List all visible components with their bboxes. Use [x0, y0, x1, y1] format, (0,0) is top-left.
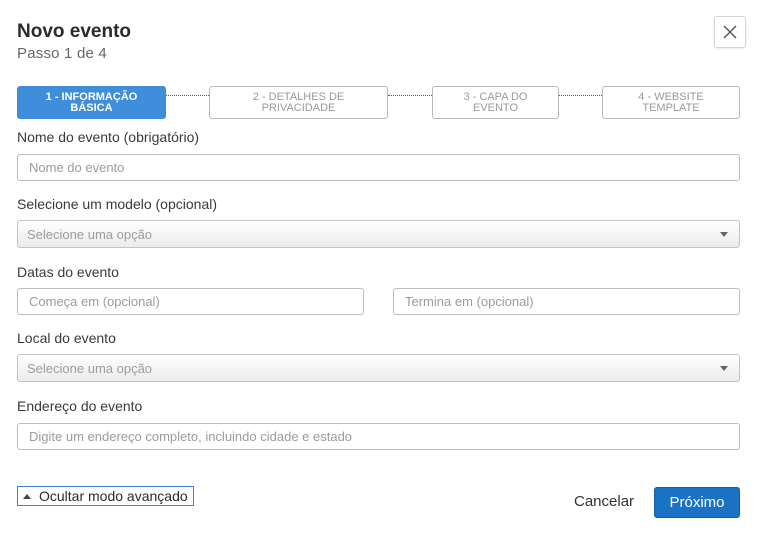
event-name-label: Nome do evento (obrigatório) [17, 129, 200, 145]
step-4-label: 4 - WEBSITE TEMPLATE [638, 90, 704, 114]
start-date-input[interactable] [17, 288, 364, 315]
close-icon [723, 25, 737, 39]
step-connector [559, 95, 602, 96]
step-1-label: 1 - INFORMAÇÃO BÁSICA [45, 90, 138, 114]
step-1-button[interactable]: 1 - INFORMAÇÃO BÁSICA [17, 86, 166, 119]
location-select[interactable]: Selecione uma opção [17, 354, 740, 382]
chevron-down-icon [720, 231, 728, 237]
template-select[interactable]: Selecione uma opção [17, 220, 740, 248]
location-label: Local do evento [17, 330, 116, 346]
step-4-button[interactable]: 4 - WEBSITE TEMPLATE [602, 86, 740, 119]
step-connector [388, 95, 432, 96]
step-indicator: Passo 1 de 4 [17, 45, 107, 62]
dates-label: Datas do evento [17, 264, 119, 280]
step-connector [166, 95, 209, 96]
chevron-down-icon [720, 365, 728, 371]
next-button-label: Próximo [669, 494, 725, 511]
caret-up-icon [23, 493, 31, 499]
advanced-mode-toggle[interactable]: Ocultar modo avançado [17, 486, 194, 506]
page-title: Novo evento [17, 21, 132, 42]
template-select-placeholder: Selecione uma opção [27, 226, 153, 242]
advanced-mode-label: Ocultar modo avançado [39, 488, 188, 504]
address-input[interactable] [17, 423, 740, 450]
close-button[interactable] [714, 16, 746, 48]
next-button[interactable]: Próximo [654, 487, 740, 518]
address-label: Endereço do evento [17, 398, 143, 414]
step-2-button[interactable]: 2 - DETALHES DE PRIVACIDADE [209, 86, 388, 119]
step-3-label: 3 - CAPA DO EVENTO [463, 90, 528, 114]
end-date-input[interactable] [393, 288, 740, 315]
step-2-label: 2 - DETALHES DE PRIVACIDADE [252, 90, 345, 114]
step-3-button[interactable]: 3 - CAPA DO EVENTO [432, 86, 559, 119]
location-select-placeholder: Selecione uma opção [27, 360, 153, 376]
template-label: Selecione um modelo (opcional) [17, 196, 217, 212]
event-name-input[interactable] [17, 154, 740, 181]
cancel-button[interactable]: Cancelar [574, 493, 634, 510]
